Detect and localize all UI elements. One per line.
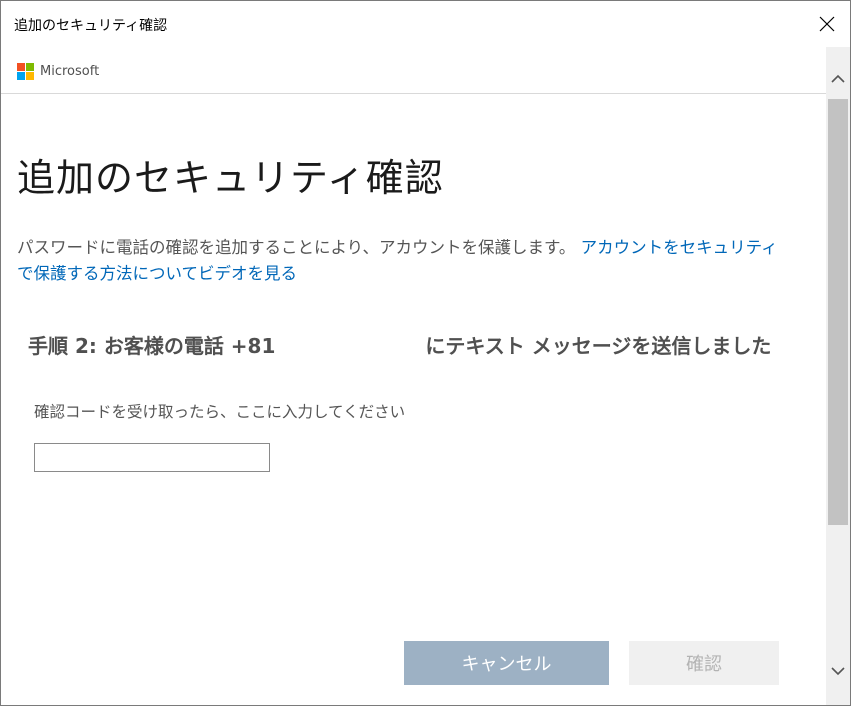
chevron-up-icon: [831, 74, 845, 83]
brand-name: Microsoft: [40, 63, 100, 79]
logo-square-green: [26, 62, 34, 71]
description-text: パスワードに電話の確認を追加することにより、アカウントを保護します。: [17, 238, 576, 257]
logo-square-blue: [17, 71, 25, 80]
redacted-phone-number: [275, 336, 426, 356]
confirm-button[interactable]: 確認: [629, 641, 779, 685]
scrollbar-thumb[interactable]: [828, 99, 848, 525]
title-bar: 追加のセキュリティ確認: [1, 1, 850, 47]
close-icon: [819, 16, 835, 32]
page-description: パスワードに電話の確認を追加することにより、アカウントを保護します。 アカウント…: [17, 235, 782, 287]
close-button[interactable]: [804, 1, 850, 47]
dialog-content: Microsoft 追加のセキュリティ確認 パスワードに電話の確認を追加すること…: [1, 47, 826, 705]
header-divider: [1, 93, 826, 94]
step-heading-prefix: 手順 2: お客様の電話 +81: [28, 334, 276, 358]
verification-code-input[interactable]: [34, 443, 270, 472]
scroll-down-button[interactable]: [826, 659, 850, 683]
security-dialog-window: 追加のセキュリティ確認 Microsoft 追加のセキュリティ確認 パスワードに…: [0, 0, 851, 706]
logo-square-red: [17, 62, 25, 71]
page-title: 追加のセキュリティ確認: [17, 156, 444, 200]
cancel-button[interactable]: キャンセル: [404, 641, 609, 685]
scroll-up-button[interactable]: [826, 67, 850, 91]
chevron-down-icon: [831, 667, 845, 676]
step-heading-suffix: にテキスト メッセージを送信しました: [425, 334, 772, 358]
vertical-scrollbar[interactable]: [826, 47, 850, 705]
logo-square-yellow: [26, 71, 34, 80]
microsoft-logo-icon: [17, 62, 34, 80]
code-instruction: 確認コードを受け取ったら、ここに入力してください: [34, 403, 406, 421]
step-heading: 手順 2: お客様の電話 +81 にテキスト メッセージを送信しました: [28, 334, 778, 358]
window-title: 追加のセキュリティ確認: [14, 18, 168, 34]
brand-header: Microsoft: [17, 62, 99, 80]
